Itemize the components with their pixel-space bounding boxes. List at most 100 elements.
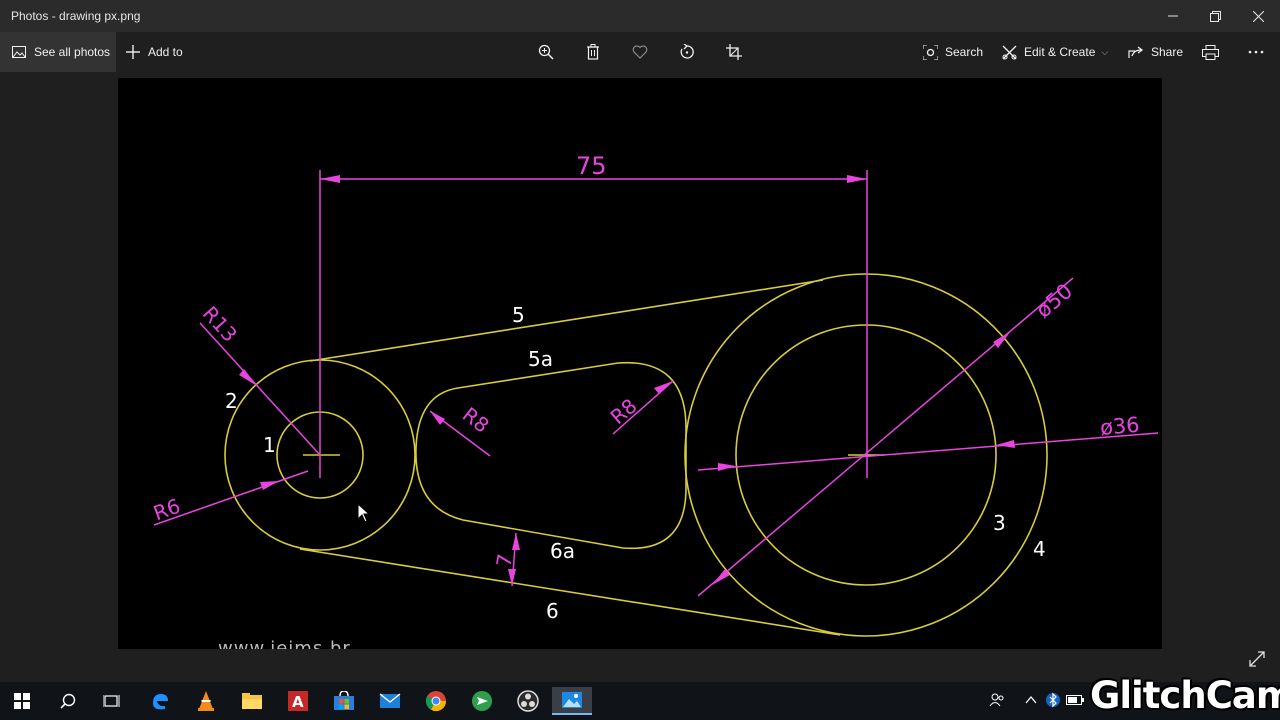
- taskbar-vlc[interactable]: [186, 687, 226, 715]
- taskbar: A: [0, 682, 1280, 720]
- vlc-icon: [198, 691, 214, 711]
- app-green-icon: [472, 691, 492, 711]
- taskbar-autocad[interactable]: A: [278, 687, 318, 715]
- chevron-down-icon: ⌵: [1101, 46, 1109, 57]
- search-icon: [60, 693, 76, 709]
- taskbar-edge[interactable]: [140, 687, 180, 715]
- edge-icon: [153, 694, 168, 710]
- delete-icon: [587, 44, 599, 60]
- tray-battery[interactable]: [1066, 691, 1084, 709]
- see-all-photos-button[interactable]: See all photos: [0, 32, 116, 72]
- edit-create-icon: [1002, 45, 1018, 60]
- dim-label-d36: ø36: [1099, 413, 1141, 440]
- share-button[interactable]: Share: [1128, 32, 1183, 72]
- watermark-text: www.ieims.br: [218, 638, 351, 649]
- task-view-button[interactable]: [92, 687, 132, 715]
- expand-icon: [1249, 651, 1265, 667]
- start-icon: [14, 693, 30, 709]
- close-icon: [1253, 10, 1264, 22]
- tray-bluetooth[interactable]: [1044, 691, 1062, 709]
- arrow-75-right: [847, 175, 867, 183]
- taskbar-app-green[interactable]: [462, 687, 502, 715]
- rotate-button[interactable]: [675, 40, 699, 64]
- share-label: Share: [1151, 45, 1184, 59]
- part-label-6a: 6a: [550, 539, 575, 563]
- arrow-r8-left: [430, 411, 445, 425]
- more-options-button[interactable]: [1248, 32, 1264, 72]
- glitchcam-watermark: GlitchCam: [1090, 674, 1280, 717]
- tray-people[interactable]: [988, 691, 1006, 709]
- file-explorer-icon: [242, 693, 262, 709]
- obs-icon: [517, 690, 539, 712]
- expand-button[interactable]: [1248, 650, 1268, 670]
- arrow-r13: [239, 369, 257, 386]
- taskbar-search-button[interactable]: [48, 687, 88, 715]
- see-all-photos-label: See all photos: [34, 45, 111, 59]
- crop-button[interactable]: [722, 40, 746, 64]
- add-to-label: Add to: [148, 45, 183, 59]
- chevron-up-icon: [1025, 696, 1037, 704]
- image-canvas[interactable]: 75 R13 R6 R8 R8 ø50 ø36 7 1 2 3 4 5 5a 6…: [118, 78, 1162, 649]
- dim-label-d50: ø50: [1031, 279, 1077, 323]
- restore-icon: [1210, 10, 1221, 22]
- window-title: Photos - drawing px.png: [11, 9, 141, 23]
- technical-drawing: 75 R13 R6 R8 R8 ø50 ø36 7 1 2 3 4 5 5a 6…: [150, 152, 1159, 637]
- taskbar-obs[interactable]: [508, 687, 548, 715]
- restore-button[interactable]: [1194, 0, 1237, 32]
- more-icon: [1248, 50, 1264, 54]
- rotate-icon: [680, 44, 694, 59]
- svg-text:A: A: [292, 693, 304, 711]
- arrow-r8-right: [654, 381, 673, 394]
- tray-show-hidden[interactable]: [1022, 691, 1040, 709]
- zoom-in-icon: [538, 44, 554, 60]
- people-icon: [989, 693, 1004, 707]
- arrow-r6: [260, 481, 279, 490]
- slot-outline: [415, 361, 687, 550]
- plus-icon: [126, 45, 140, 59]
- search-button[interactable]: Search: [923, 32, 983, 72]
- dim-label-r8-left: R8: [458, 402, 494, 437]
- minimize-icon: [1167, 15, 1178, 17]
- edit-create-label: Edit & Create: [1024, 45, 1096, 59]
- leader-r13: [199, 322, 321, 456]
- part-label-5a: 5a: [528, 347, 553, 371]
- part-label-5: 5: [512, 303, 525, 327]
- delete-button[interactable]: [581, 40, 605, 64]
- arrow-75-left: [320, 175, 340, 183]
- taskbar-chrome[interactable]: [416, 687, 456, 715]
- taskbar-mail[interactable]: [370, 687, 410, 715]
- add-to-button[interactable]: Add to: [126, 32, 183, 72]
- visual-search-icon: [923, 44, 938, 60]
- share-icon: [1128, 45, 1144, 59]
- start-button[interactable]: [2, 687, 42, 715]
- chrome-icon: [425, 691, 447, 712]
- arrow-d36-right: [996, 440, 1015, 448]
- bluetooth-icon: [1046, 692, 1060, 708]
- part-label-2: 2: [225, 389, 238, 413]
- taskbar-photos[interactable]: [552, 687, 592, 715]
- arrow-7-top: [512, 533, 520, 550]
- photos-icon: [562, 692, 582, 708]
- favorite-button[interactable]: [628, 40, 652, 64]
- mail-icon: [379, 693, 401, 708]
- part-label-6: 6: [546, 599, 559, 623]
- taskbar-file-explorer[interactable]: [232, 687, 272, 715]
- edit-create-button[interactable]: Edit & Create ⌵: [1002, 32, 1108, 72]
- photos-gallery-icon: [12, 46, 26, 58]
- zoom-button[interactable]: [534, 40, 558, 64]
- toolbar: See all photos Add to Search Edit & Crea…: [0, 32, 1280, 72]
- favorite-icon: [632, 45, 648, 59]
- part-label-3: 3: [993, 511, 1006, 535]
- print-button[interactable]: [1202, 32, 1219, 72]
- taskbar-store[interactable]: [324, 687, 364, 715]
- close-button[interactable]: [1237, 0, 1280, 32]
- mouse-cursor-icon: [357, 503, 371, 523]
- print-icon: [1202, 44, 1219, 60]
- crop-icon: [726, 44, 742, 60]
- minimize-button[interactable]: [1151, 0, 1194, 32]
- part-label-1: 1: [263, 433, 276, 457]
- dim-label-r6: R6: [150, 494, 183, 526]
- autocad-icon: A: [288, 691, 308, 711]
- dim-label-75: 75: [576, 152, 607, 180]
- title-bar: Photos - drawing px.png: [0, 0, 1280, 32]
